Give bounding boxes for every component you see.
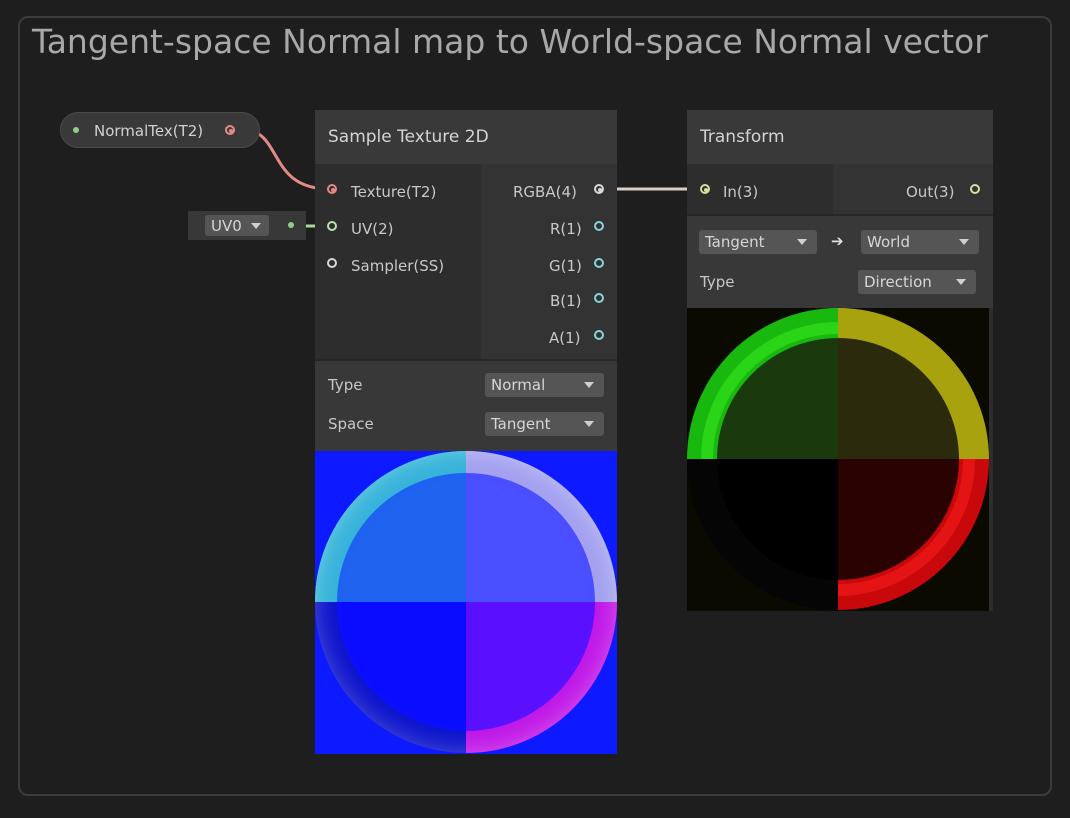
sampler-input-port[interactable] <box>327 258 337 268</box>
in-input-port[interactable] <box>700 184 710 194</box>
uv-input-node[interactable]: UV0 <box>188 211 306 240</box>
uv-input-label: UV(2) <box>351 220 394 238</box>
arrow-right-icon: ➔ <box>831 232 844 250</box>
to-space-dropdown[interactable]: World <box>861 230 979 254</box>
chevron-down-icon <box>251 223 261 229</box>
r-output-label: R(1) <box>550 220 582 238</box>
transform-type-value: Direction <box>864 273 932 291</box>
sample-node-header[interactable]: Sample Texture 2D <box>315 110 617 164</box>
rgba-output-port[interactable] <box>594 184 604 194</box>
from-space-value: Tangent <box>705 233 765 251</box>
space-value: Tangent <box>491 415 551 433</box>
space-label: Space <box>328 415 374 433</box>
type-value: Normal <box>491 376 546 394</box>
from-space-dropdown[interactable]: Tangent <box>699 230 817 254</box>
texture-input-port[interactable] <box>327 184 337 194</box>
property-label: NormalTex(T2) <box>94 122 204 140</box>
transform-node[interactable]: Transform In(3) Out(3) Tangent ➔ World T… <box>687 110 993 611</box>
property-output-port[interactable] <box>225 125 235 135</box>
type-dropdown[interactable]: Normal <box>485 373 604 397</box>
chevron-down-icon <box>797 239 807 245</box>
g-output-label: G(1) <box>549 257 582 275</box>
type-label: Type <box>328 376 363 394</box>
rgba-output-label: RGBA(4) <box>513 183 577 201</box>
chevron-down-icon <box>956 279 966 285</box>
sample-texture-preview <box>315 451 617 754</box>
b-output-label: B(1) <box>550 292 582 310</box>
sample-node-title: Sample Texture 2D <box>328 127 489 147</box>
out-output-label: Out(3) <box>906 183 955 201</box>
transform-preview <box>687 308 989 611</box>
r-output-port[interactable] <box>594 221 604 231</box>
texture-input-label: Texture(T2) <box>351 183 437 201</box>
transform-type-dropdown[interactable]: Direction <box>858 270 976 294</box>
chevron-down-icon <box>584 421 594 427</box>
in-input-label: In(3) <box>723 183 759 201</box>
transform-node-header[interactable]: Transform <box>687 110 993 164</box>
normaltex-property-node[interactable]: NormalTex(T2) <box>60 112 260 148</box>
a-output-label: A(1) <box>549 329 581 347</box>
transform-node-title: Transform <box>700 127 785 147</box>
uv-channel-value: UV0 <box>211 217 242 235</box>
uv-output-port[interactable] <box>288 222 294 228</box>
sample-texture-2d-node[interactable]: Sample Texture 2D Texture(T2) UV(2) Samp… <box>315 110 617 754</box>
a-output-port[interactable] <box>594 330 604 340</box>
space-dropdown[interactable]: Tangent <box>485 412 604 436</box>
property-indicator-dot <box>73 127 79 133</box>
g-output-port[interactable] <box>594 258 604 268</box>
sampler-input-label: Sampler(SS) <box>351 257 445 275</box>
uv-channel-dropdown[interactable]: UV0 <box>205 215 269 236</box>
chevron-down-icon <box>584 382 594 388</box>
transform-type-label: Type <box>700 273 735 291</box>
chevron-down-icon <box>959 239 969 245</box>
out-output-port[interactable] <box>970 184 980 194</box>
b-output-port[interactable] <box>594 293 604 303</box>
uv-input-port[interactable] <box>327 221 337 231</box>
to-space-value: World <box>867 233 910 251</box>
